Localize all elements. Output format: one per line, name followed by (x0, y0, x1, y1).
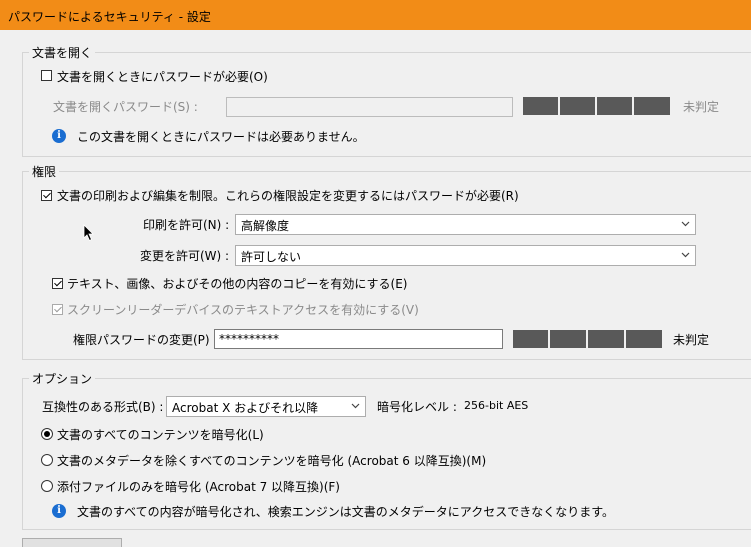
title-bar: パスワードによるセキュリティ - 設定 (0, 0, 751, 30)
permissions-password-strength-meter (513, 330, 662, 348)
info-icon: i (52, 129, 66, 143)
screen-reader-checkbox[interactable] (52, 304, 63, 315)
open-password-input[interactable] (226, 97, 513, 117)
permissions-password-label: 権限パスワードの変更(P) : (73, 333, 218, 347)
chevron-down-icon (681, 221, 690, 227)
open-info-text: この文書を開くときにパスワードは必要ありません。 (77, 130, 365, 144)
mouse-pointer-icon (83, 224, 94, 242)
change-allowed-dropdown[interactable]: 許可しない (235, 245, 696, 266)
options-legend: オプション (29, 370, 96, 387)
screen-reader-label[interactable]: スクリーンリーダーデバイスのテキストアクセスを有効にする(V) (67, 301, 419, 318)
compatibility-label: 互換性のある形式(B) : (42, 400, 164, 414)
encrypt-all-radio[interactable] (41, 428, 53, 440)
encrypt-attachments-label[interactable]: 添付ファイルのみを暗号化 (Acrobat 7 以降互換)(F) (57, 478, 340, 495)
encrypt-attachments-radio[interactable] (41, 480, 53, 492)
info-icon: i (52, 504, 66, 518)
encrypt-except-metadata-radio[interactable] (41, 454, 53, 466)
encrypt-all-label[interactable]: 文書のすべてのコンテンツを暗号化(L) (57, 426, 264, 443)
require-open-password-label[interactable]: 文書を開くときにパスワードが必要(O) (57, 68, 268, 85)
options-info-text: 文書のすべての内容が暗号化され、検索エンジンは文書のメタデータにアクセスできなく… (77, 505, 615, 519)
open-password-strength-meter (523, 97, 670, 115)
print-allowed-value: 高解像度 (241, 219, 290, 233)
permissions-legend: 権限 (29, 163, 60, 180)
chevron-down-icon (681, 252, 690, 258)
print-allowed-label: 印刷を許可(N) : (143, 218, 230, 232)
encryption-level-value: 256-bit AES (464, 399, 529, 412)
enable-copy-checkbox[interactable] (52, 278, 63, 289)
open-password-label: 文書を開くパスワード(S) : (53, 100, 198, 114)
restrict-permissions-label[interactable]: 文書の印刷および編集を制限。これらの権限設定を変更するにはパスワードが必要(R) (57, 187, 519, 204)
compatibility-value: Acrobat X およびそれ以降 (172, 401, 319, 415)
enable-copy-label[interactable]: テキスト、画像、およびその他の内容のコピーを有効にする(E) (67, 275, 407, 292)
restrict-permissions-checkbox[interactable] (41, 190, 52, 201)
change-allowed-label: 変更を許可(W) : (140, 249, 230, 263)
bottom-button[interactable] (22, 538, 122, 547)
chevron-down-icon (351, 403, 360, 409)
encrypt-except-metadata-label[interactable]: 文書のメタデータを除くすべてのコンテンツを暗号化 (Acrobat 6 以降互換… (57, 452, 486, 469)
permissions-password-input[interactable]: ********** (214, 329, 503, 349)
encryption-level-label: 暗号化レベル : (377, 400, 457, 414)
compatibility-dropdown[interactable]: Acrobat X およびそれ以降 (166, 396, 366, 417)
open-document-legend: 文書を開く (29, 44, 96, 61)
open-password-strength-label: 未判定 (683, 100, 720, 114)
permissions-password-strength-label: 未判定 (673, 333, 710, 347)
print-allowed-dropdown[interactable]: 高解像度 (235, 214, 696, 235)
require-open-password-checkbox[interactable] (41, 70, 52, 81)
change-allowed-value: 許可しない (241, 250, 302, 264)
window-title: パスワードによるセキュリティ - 設定 (8, 10, 211, 24)
